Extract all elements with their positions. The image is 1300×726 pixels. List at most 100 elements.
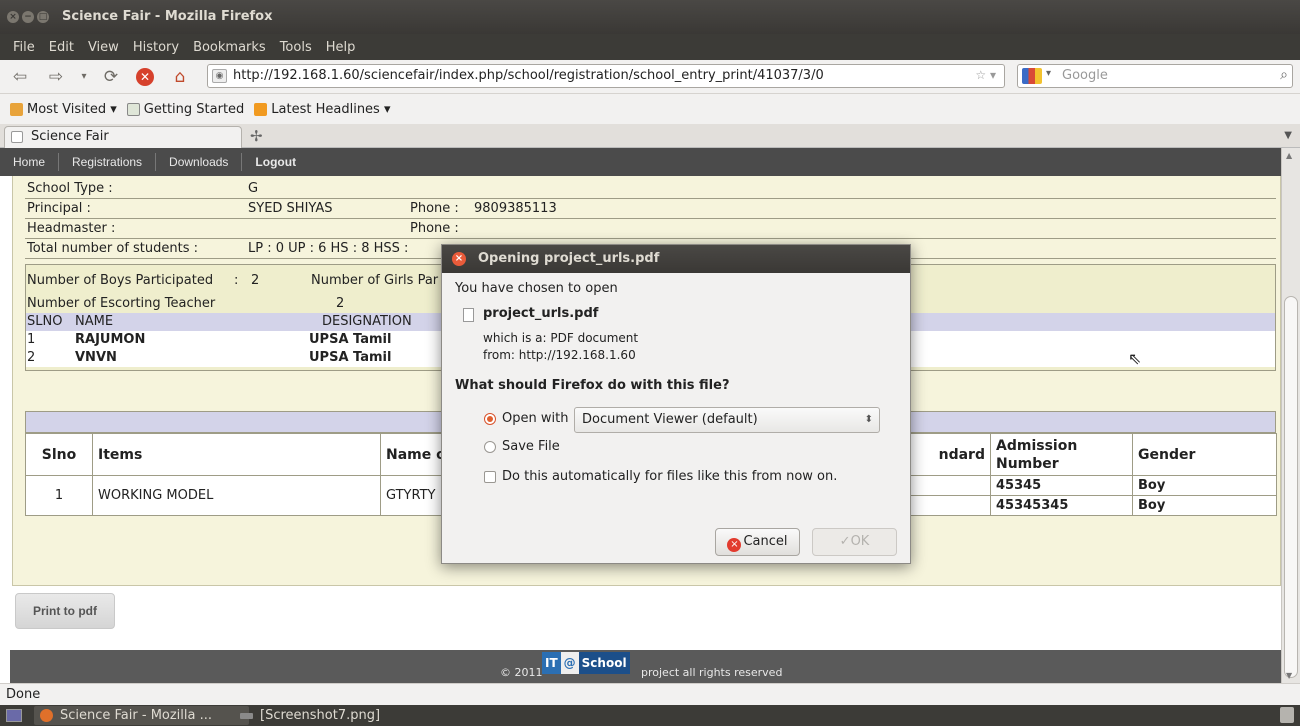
principal-label: Principal : [27,201,91,216]
forward-icon[interactable]: ⇨ [46,67,66,87]
search-engine-dropdown-icon[interactable]: ▾ [1046,68,1051,79]
page-icon [126,102,140,116]
cell-admission: 45345 [990,475,1133,496]
bookmark-latest-headlines[interactable]: Latest Headlines ▾ [254,102,391,117]
cell-gender: Boy [1132,495,1277,516]
back-icon[interactable]: ⇦ [10,67,30,87]
cancel-icon: × [727,538,742,552]
cancel-label: Cancel [743,534,788,549]
headmaster-row: Headmaster : Phone : [25,220,1276,239]
search-bar[interactable]: ▾ Google ⌕ [1017,64,1293,88]
cancel-button[interactable]: × Cancel [715,528,800,556]
auto-checkbox[interactable] [484,471,496,483]
tab-list-icon[interactable]: ▼ [1284,130,1292,141]
menu-view[interactable]: View [85,38,122,57]
nav-registrations[interactable]: Registrations [59,153,157,171]
principal-phone-label: Phone : [410,201,459,216]
window-close-button[interactable]: × [7,11,19,23]
search-engine-icon[interactable] [1022,68,1042,84]
col-gender: Gender [1132,433,1277,476]
firefox-icon [40,709,53,722]
search-icon[interactable]: ⌕ [1280,67,1288,83]
new-tab-button[interactable]: ✢ [250,127,263,145]
footer-copyright: © 2011 [500,666,543,679]
school-type-value: G [248,181,259,196]
headmaster-phone-label: Phone : [410,221,459,236]
menu-tools[interactable]: Tools [277,38,315,57]
nav-downloads[interactable]: Downloads [156,153,243,171]
tab-bar: Science Fair ✢ ▼ [0,124,1300,148]
cell-gender: Boy [1132,475,1277,496]
escort-slno: 1 [27,332,36,347]
print-to-pdf-button[interactable]: Print to pdf [15,593,115,629]
escort-value: 2 [336,296,345,311]
students-value: LP : 0 UP : 6 HS : 8 HSS : [248,241,409,256]
open-with-select[interactable]: Document Viewer (default) ⬍ [574,407,880,433]
site-navigation: Home Registrations Downloads Logout [0,148,1281,176]
escort-designation: UPSA Tamil [309,332,392,347]
escort-label: Number of Escorting Teacher [27,296,216,311]
history-dropdown-icon[interactable]: ▾ [74,67,94,87]
footer-text: project all rights reserved [641,666,783,679]
itschool-logo: IT @ School [542,652,630,674]
menubar: File Edit View History Bookmarks Tools H… [0,34,1300,60]
col-slno: Slno [25,433,93,476]
scroll-up-icon[interactable]: ▲ [1286,151,1292,160]
scroll-down-icon[interactable]: ▼ [1286,671,1292,680]
menu-history[interactable]: History [130,38,182,57]
updown-icon: ⬍ [864,414,873,425]
bookmark-label: Most Visited ▾ [27,101,117,117]
open-with-radio[interactable] [484,413,496,425]
page-footer: © 2011 IT @ School project all rights re… [10,650,1281,683]
nav-home[interactable]: Home [0,153,60,171]
students-label: Total number of students : [27,241,199,256]
show-desktop-icon[interactable] [6,709,22,722]
search-placeholder[interactable]: Google [1062,68,1108,83]
col-items: Items [92,433,381,476]
window-minimize-button[interactable]: − [22,11,34,23]
home-icon[interactable]: ⌂ [170,67,190,87]
cell-admission: 45345345 [990,495,1133,516]
open-with-label[interactable]: Open with [502,411,568,426]
save-file-label[interactable]: Save File [502,439,560,454]
col-designation: DESIGNATION [322,314,412,329]
bookmark-most-visited[interactable]: Most Visited ▾ [10,102,117,117]
bookmark-star-icon[interactable]: ☆ ▾ [975,68,996,82]
window-maximize-button[interactable]: □ [37,11,49,23]
url-bar[interactable]: ◉ http://192.168.1.60/sciencefair/index.… [207,64,1005,88]
escort-designation: UPSA Tamil [309,350,392,365]
taskbar: Science Fair - Mozilla ... [Screenshot7.… [0,705,1300,726]
school-type-label: School Type : [27,181,113,196]
vertical-scrollbar[interactable]: ▲ ▼ [1281,148,1300,683]
open-file-dialog: × Opening project_urls.pdf You have chos… [441,244,911,564]
taskbar-item-firefox[interactable]: Science Fair - Mozilla ... [34,706,249,725]
ok-button[interactable]: ✓OK [812,528,897,556]
save-file-radio[interactable] [484,441,496,453]
stop-icon[interactable]: ✕ [136,68,154,86]
mouse-cursor-icon: ⇖ [1128,349,1142,368]
auto-label[interactable]: Do this automatically for files like thi… [502,469,837,484]
taskbar-label: [Screenshot7.png] [260,708,381,723]
menu-bookmarks[interactable]: Bookmarks [190,38,269,57]
menu-edit[interactable]: Edit [46,38,77,57]
menu-file[interactable]: File [10,38,38,57]
school-type-row: School Type : G [25,180,1276,199]
scrollbar-thumb[interactable] [1284,296,1298,678]
taskbar-label: Science Fair - Mozilla ... [60,708,213,723]
taskbar-item-screenshot[interactable]: [Screenshot7.png] [234,706,380,725]
image-viewer-icon [240,713,253,719]
boys-value: 2 [251,273,260,288]
dialog-source: from: http://192.168.1.60 [483,348,636,362]
bookmark-getting-started[interactable]: Getting Started [126,102,244,117]
check-icon: ✓ [839,534,851,549]
reload-icon[interactable]: ⟳ [101,67,121,87]
logo-at: @ [560,652,579,674]
tab-science-fair[interactable]: Science Fair [4,126,242,148]
site-identity-icon[interactable]: ◉ [212,69,227,83]
dialog-close-button[interactable]: × [452,252,466,266]
url-text[interactable]: http://192.168.1.60/sciencefair/index.ph… [233,68,824,83]
trash-icon[interactable] [1280,707,1294,723]
logo-school: School [578,652,630,674]
nav-logout[interactable]: Logout [242,153,309,171]
menu-help[interactable]: Help [323,38,359,57]
